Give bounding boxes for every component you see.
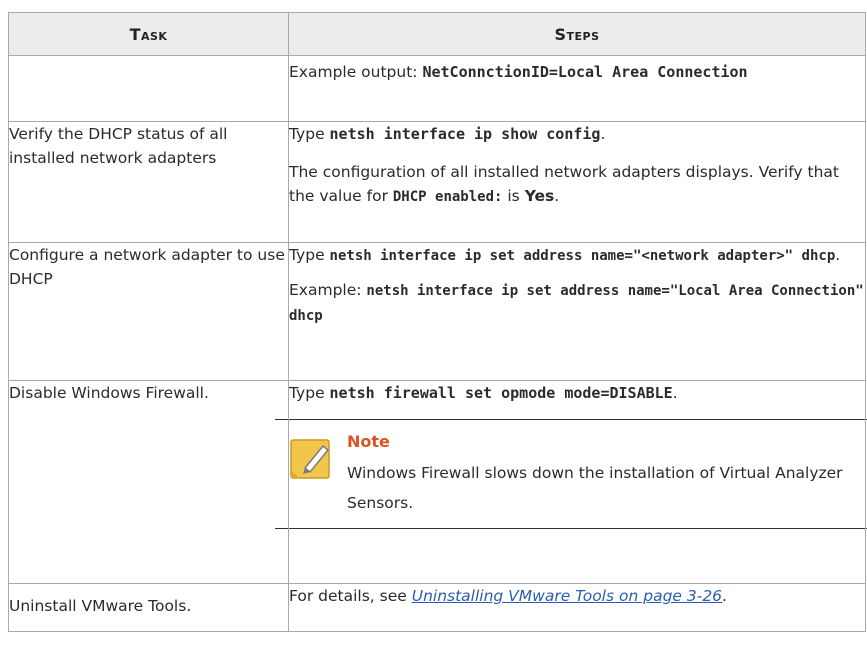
step-command: Type netsh interface ip set address name… <box>289 246 841 264</box>
task-cell: Uninstall VMware Tools. <box>8 583 289 632</box>
steps-cell: Example output: NetConnctionID=Local Are… <box>288 55 866 122</box>
steps-cell: Type netsh firewall set opmode mode=DISA… <box>275 380 867 584</box>
task-cell <box>8 55 289 122</box>
step-example: Example: netsh interface ip set address … <box>289 281 864 324</box>
table-row: Uninstall VMware Tools. For details, see… <box>8 583 866 632</box>
table-row: Verify the DHCP status of all installed … <box>8 121 866 243</box>
table-row: Configure a network adapter to use DHCP … <box>8 242 866 381</box>
steps-cell: Type netsh interface ip set address name… <box>288 242 866 381</box>
note-text: Windows Firewall slows down the installa… <box>347 464 843 512</box>
header-task: Task <box>8 12 289 56</box>
step-details: For details, see Uninstalling VMware Too… <box>289 587 727 605</box>
step-description: The configuration of all installed netwo… <box>289 163 839 205</box>
steps-cell: Type netsh interface ip show config. The… <box>288 121 866 243</box>
task-cell: Configure a network adapter to use DHCP <box>8 242 289 381</box>
task-steps-table: Task Steps Example output: NetConnctionI… <box>8 12 867 632</box>
note-content: Note Windows Firewall slows down the ins… <box>347 432 863 518</box>
example-output: Example output: NetConnctionID=Local Are… <box>289 63 748 81</box>
note-pencil-icon <box>290 439 330 479</box>
step-command: Type netsh firewall set opmode mode=DISA… <box>289 384 678 402</box>
step-command: Type netsh interface ip show config. <box>289 125 606 143</box>
task-cell: Verify the DHCP status of all installed … <box>8 121 289 243</box>
uninstall-vmware-link[interactable]: Uninstalling VMware Tools on page 3-26 <box>412 587 722 605</box>
table-row: Example output: NetConnctionID=Local Are… <box>8 55 866 122</box>
task-cell: Disable Windows Firewall. <box>8 380 289 584</box>
note-box: Note Windows Firewall slows down the ins… <box>275 419 867 529</box>
steps-cell: For details, see Uninstalling VMware Too… <box>288 583 866 632</box>
header-steps: Steps <box>288 12 866 56</box>
table-header-row: Task Steps <box>8 12 866 56</box>
note-title: Note <box>347 432 390 451</box>
table-row: Disable Windows Firewall. Type netsh fir… <box>8 380 867 584</box>
